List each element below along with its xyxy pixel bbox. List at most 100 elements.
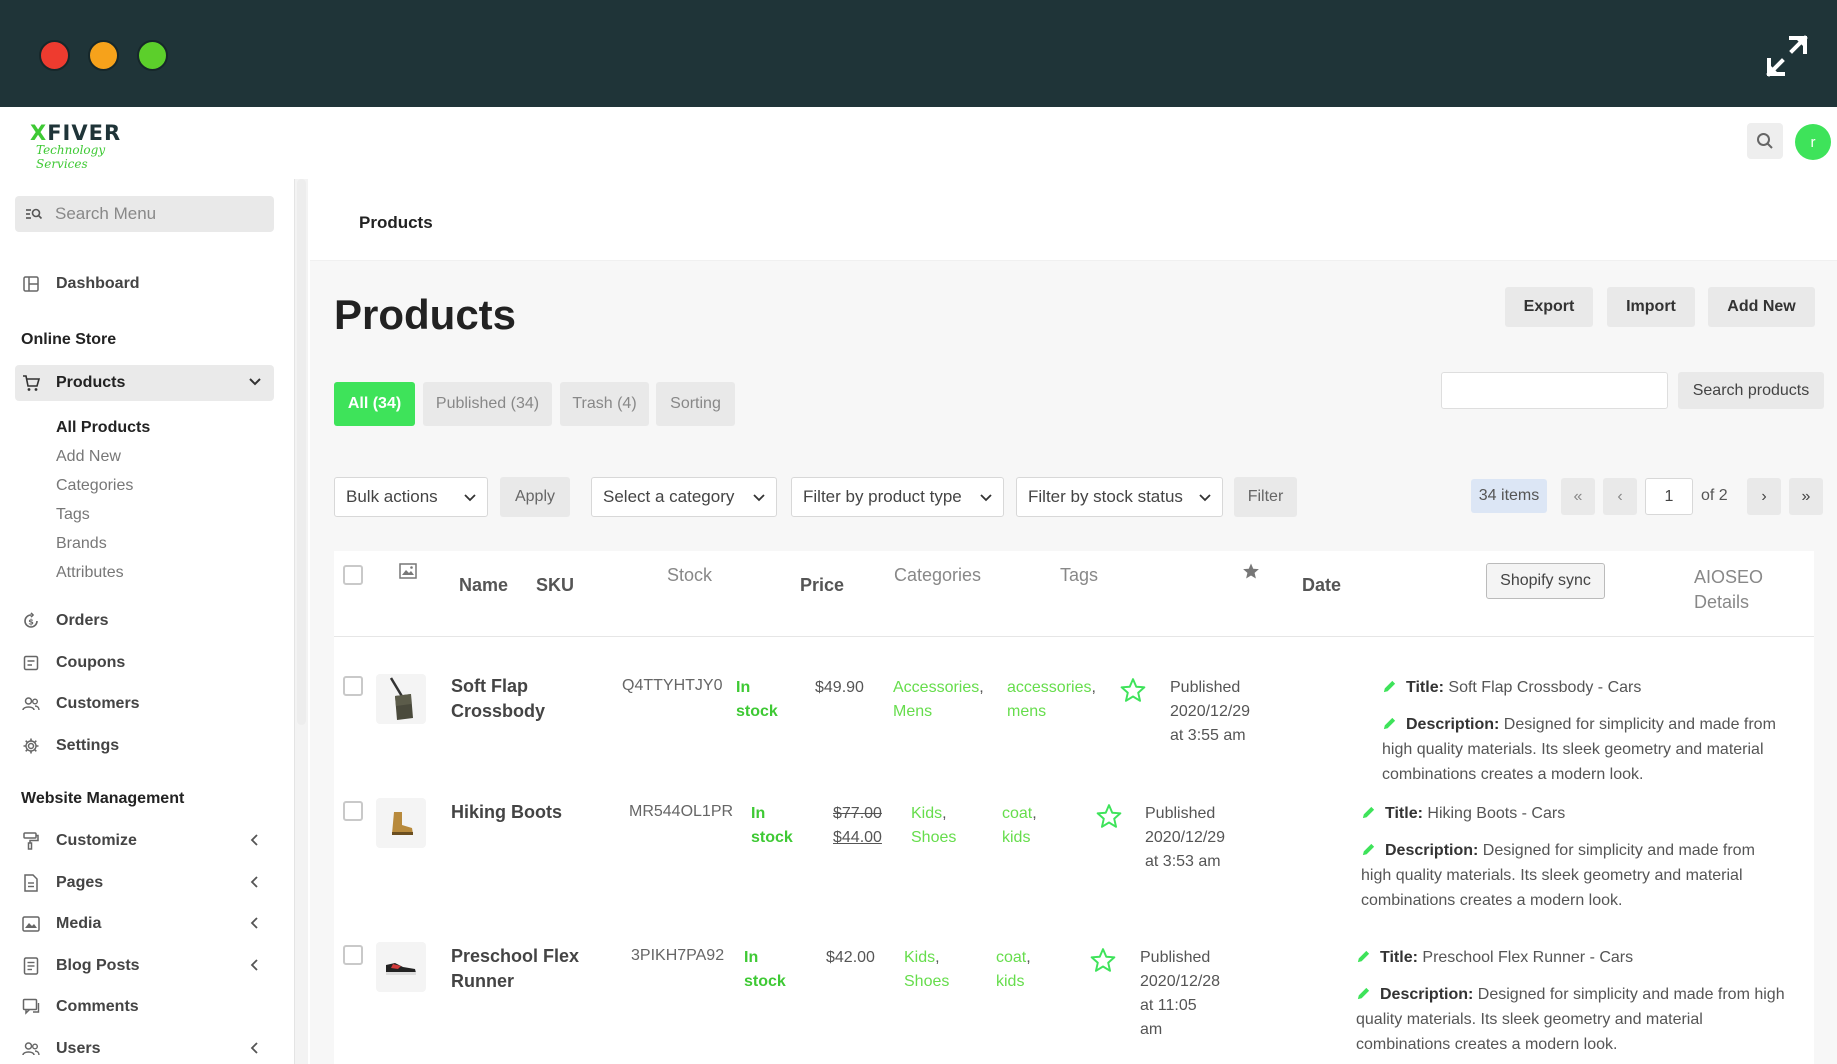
category-link[interactable]: Mens [893,703,932,720]
star-outline-icon[interactable] [1096,803,1122,829]
sidebar-item-settings[interactable]: Settings [15,728,274,764]
sidebar-item-label: Customize [56,832,137,849]
column-header-name[interactable]: Name [459,575,508,596]
column-header-sku[interactable]: SKU [536,575,574,596]
sidebar-sub-categories[interactable]: Categories [56,477,133,495]
category-link[interactable]: Accessories [893,679,979,696]
close-window-button[interactable] [39,40,70,71]
pencil-icon[interactable] [1356,986,1371,1001]
tag-link[interactable]: kids [1002,829,1030,846]
tag-link[interactable]: kids [996,973,1024,990]
pencil-icon[interactable] [1361,842,1376,857]
row-checkbox[interactable] [343,676,363,696]
sidebar-item-media[interactable]: Media [15,906,274,942]
breadcrumb[interactable]: Products [359,213,433,233]
minimize-window-button[interactable] [88,40,119,71]
stock-line2: stock [744,973,786,990]
product-type-select[interactable]: Filter by product type [791,477,1004,517]
menu-search-input[interactable]: Search Menu [15,196,274,232]
search-products-button[interactable]: Search products [1678,372,1824,409]
apply-button[interactable]: Apply [500,477,570,517]
sidebar-item-label: Pages [56,874,104,891]
sidebar-item-products[interactable]: Products [15,365,274,401]
tab-published[interactable]: Published (34) [423,382,552,426]
prev-page-button[interactable]: ‹ [1603,478,1637,515]
product-name-link[interactable]: Preschool Flex Runner [451,944,591,994]
sidebar-item-customers[interactable]: Customers [15,686,274,722]
sidebar-sub-tags[interactable]: Tags [56,506,90,524]
export-button[interactable]: Export [1505,287,1593,327]
date-time: at 3:53 am [1145,853,1221,870]
tab-trash[interactable]: Trash (4) [560,382,649,426]
current-page-input[interactable]: 1 [1645,478,1693,515]
column-header-date[interactable]: Date [1302,575,1341,596]
pencil-icon[interactable] [1361,805,1376,820]
sidebar-scrollbar-thumb[interactable] [297,179,306,725]
category-link[interactable]: Kids [911,805,942,822]
product-name-link[interactable]: Hiking Boots [451,800,591,825]
product-search-input[interactable] [1441,372,1668,409]
sidebar-item-label: Settings [56,737,120,754]
category-link[interactable]: Kids [904,949,935,966]
tag-link[interactable]: accessories [1007,679,1091,696]
add-new-button[interactable]: Add New [1708,287,1815,327]
bulk-actions-select[interactable]: Bulk actions [334,477,488,517]
product-thumbnail[interactable] [376,942,426,992]
sidebar-scrollbar[interactable] [294,179,308,1064]
logo[interactable]: XFIVER Technology Services [30,123,160,172]
product-price: $77.00 $44.00 [833,802,882,850]
sidebar-sub-brands[interactable]: Brands [56,535,107,553]
star-outline-icon[interactable] [1120,677,1146,703]
product-thumbnail[interactable] [376,798,426,848]
sidebar-sub-add-new[interactable]: Add New [56,448,121,466]
sidebar-item-label: Media [56,915,102,932]
first-page-button[interactable]: « [1561,478,1595,515]
sidebar-item-dashboard[interactable]: Dashboard [15,266,274,302]
fullscreen-icon[interactable] [1765,34,1809,78]
sidebar-item-customize[interactable]: Customize [15,823,274,859]
category-link[interactable]: Shoes [904,973,949,990]
tab-sorting[interactable]: Sorting [656,382,735,426]
row-checkbox[interactable] [343,801,363,821]
maximize-window-button[interactable] [137,40,168,71]
tag-link[interactable]: mens [1007,703,1046,720]
sidebar-item-comments[interactable]: Comments [15,989,274,1025]
product-thumbnail[interactable] [376,674,426,724]
pencil-icon[interactable] [1356,949,1371,964]
select-all-checkbox[interactable] [343,565,363,585]
sidebar-sub-all-products[interactable]: All Products [56,419,150,437]
sidebar-item-pages[interactable]: Pages [15,865,274,901]
product-date: Published 2020/12/29 at 3:55 am [1170,676,1290,748]
sidebar-item-users[interactable]: Users [15,1031,274,1064]
column-header-price[interactable]: Price [800,575,844,596]
featured-star-icon[interactable] [1242,562,1260,580]
table-header: Name SKU Stock Price Categories Tags Dat… [334,551,1814,637]
stock-status-value: Filter by stock status [1028,487,1183,506]
product-name-link[interactable]: Soft Flap Crossbody [451,674,591,724]
chevron-down-icon [753,494,765,502]
seo-title-label: Title: [1406,679,1444,696]
last-page-button[interactable]: » [1789,478,1823,515]
filter-button[interactable]: Filter [1234,477,1297,517]
shopify-sync-button[interactable]: Shopify sync [1486,563,1605,599]
import-button[interactable]: Import [1607,287,1695,327]
sidebar-item-coupons[interactable]: Coupons [15,645,274,681]
main-content: Products Export Import Add New All (34) … [310,261,1837,1064]
user-avatar[interactable]: r [1795,124,1831,160]
header-search-button[interactable] [1747,123,1783,159]
stock-status-select[interactable]: Filter by stock status [1016,477,1223,517]
sidebar-item-orders[interactable]: $ Orders [15,603,274,639]
tag-link[interactable]: coat [1002,805,1032,822]
tab-all[interactable]: All (34) [334,382,415,426]
next-page-button[interactable]: › [1747,478,1781,515]
category-link[interactable]: Shoes [911,829,956,846]
tag-link[interactable]: coat [996,949,1026,966]
row-checkbox[interactable] [343,945,363,965]
aioseo-details: Title: Soft Flap Crossbody - Cars Descri… [1382,675,1812,787]
star-outline-icon[interactable] [1090,947,1116,973]
sidebar-sub-attributes[interactable]: Attributes [56,564,124,582]
pencil-icon[interactable] [1382,716,1397,731]
pencil-icon[interactable] [1382,679,1397,694]
sidebar-item-blog-posts[interactable]: Blog Posts [15,948,274,984]
category-select[interactable]: Select a category [591,477,777,517]
